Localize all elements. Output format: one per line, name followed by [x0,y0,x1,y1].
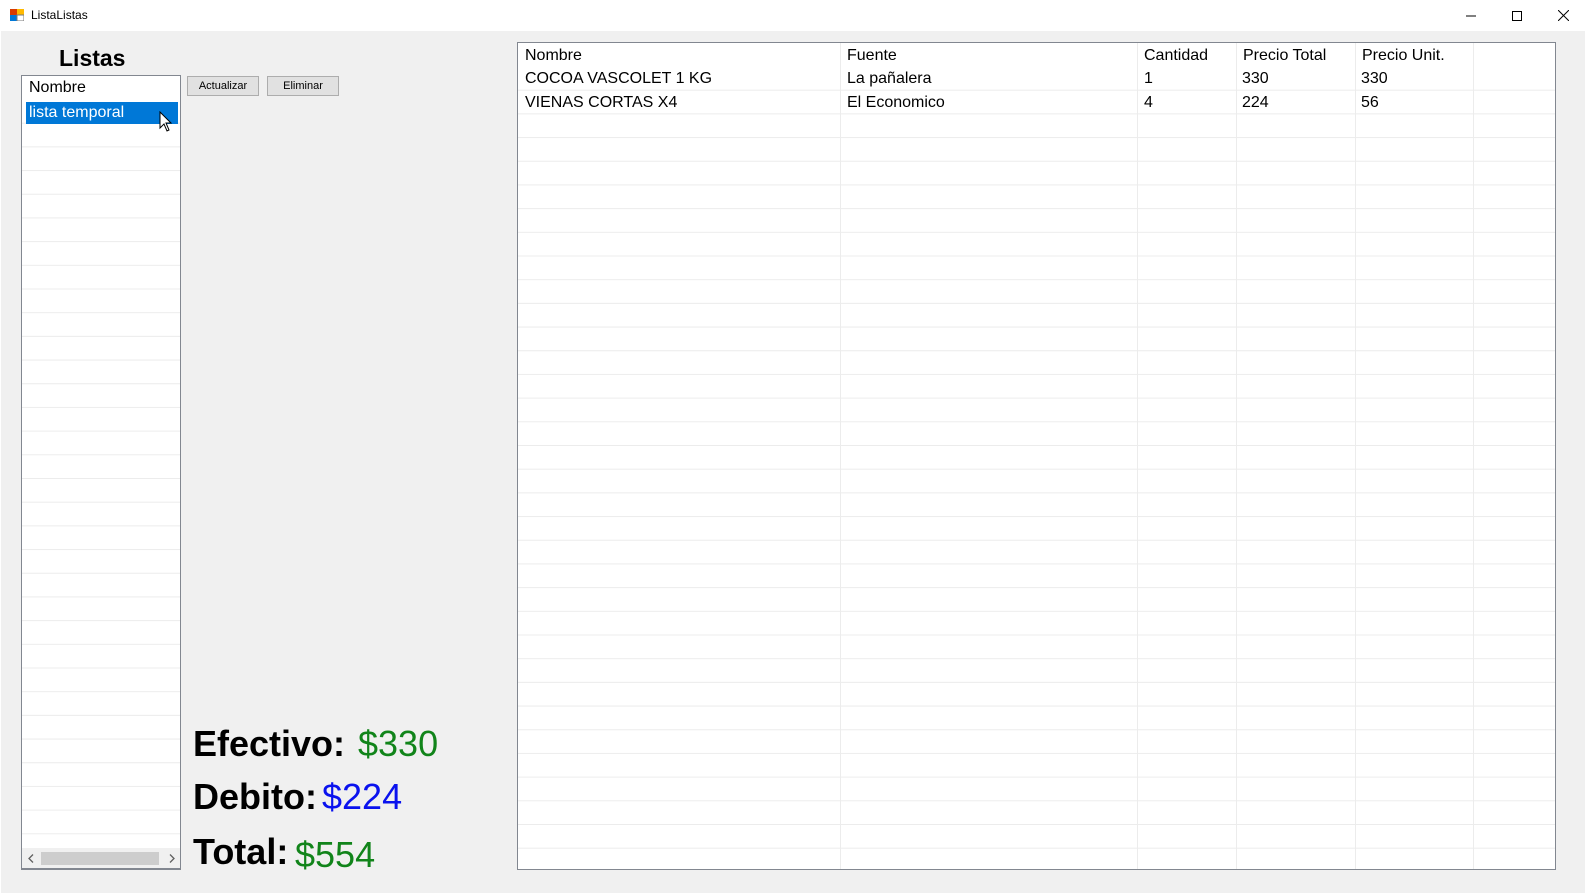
column-header-cantidad[interactable]: Cantidad [1137,43,1236,67]
cell-precio-unit: 56 [1361,94,1379,111]
column-divider [1355,43,1356,869]
cell-nombre: VIENAS CORTAS X4 [525,94,678,111]
table-row[interactable]: COCOA VASCOLET 1 KG La pañalera 1 330 33… [518,67,1555,90]
total-label: Total: [193,831,289,872]
column-header-label: Nombre [525,47,582,64]
chevron-left-icon [27,853,33,863]
lists-empty-rows [22,100,180,869]
debito-label: Debito: [193,776,317,817]
table-row[interactable]: VIENAS CORTAS X4 El Economico 4 224 56 [518,91,1555,114]
cell-precio-unit: 330 [1361,70,1388,87]
cell-precio-total: 224 [1242,94,1269,111]
items-listview[interactable]: Nombre Fuente Cantidad Precio Total Prec… [517,42,1556,870]
eliminar-button[interactable]: Eliminar [267,76,339,96]
column-header-nombre[interactable]: Nombre [518,43,840,67]
mouse-cursor-icon [159,111,173,132]
minimize-icon [1466,15,1476,16]
scroll-thumb[interactable] [41,852,159,865]
efectivo-label: Efectivo: [193,723,346,764]
column-header-label: Precio Total [1243,47,1327,64]
column-divider [1473,43,1474,869]
cell-fuente: La pañalera [847,70,932,87]
title-bar: ListaListas [0,0,1586,31]
maximize-icon [1512,10,1522,21]
debito-value: $224 [322,776,403,817]
column-header-label: Cantidad [1144,47,1209,64]
cell-cantidad: 4 [1144,94,1153,111]
lists-heading: Listas [59,45,126,71]
cell-cantidad: 1 [1144,70,1153,87]
close-button[interactable] [1540,0,1586,31]
app-icon [10,9,24,21]
cell-nombre: COCOA VASCOLET 1 KG [525,70,713,87]
actualizar-button[interactable]: Actualizar [187,76,259,96]
total-value: $554 [295,834,376,875]
column-divider [840,43,841,869]
lists-horizontal-scrollbar[interactable] [21,848,181,869]
cell-fuente: El Economico [847,94,945,111]
column-header-label: Fuente [847,47,897,64]
efectivo-value: $330 [358,723,439,764]
list-item-selected[interactable]: lista temporal [26,102,178,124]
close-icon [1557,10,1569,21]
lists-column-header[interactable]: Nombre [22,76,180,100]
cell-precio-total: 330 [1242,70,1269,87]
items-empty-rows [518,67,1555,869]
client-area: Listas Nombre lista temporal Actualizar … [1,31,1585,893]
column-divider [1137,43,1138,869]
minimize-button[interactable] [1448,0,1494,31]
items-header: Nombre Fuente Cantidad Precio Total Prec… [518,43,1555,67]
column-header-precio-total[interactable]: Precio Total [1236,43,1355,67]
column-header-fuente[interactable]: Fuente [840,43,1137,67]
column-header-precio-unit[interactable]: Precio Unit. [1355,43,1473,67]
window-title: ListaListas [31,8,88,22]
lists-listview[interactable]: Nombre lista temporal [21,75,181,870]
scroll-right-button[interactable] [163,848,180,868]
chevron-right-icon [169,853,175,863]
maximize-button[interactable] [1494,0,1540,31]
lists-column-header-label: Nombre [29,79,86,96]
column-divider [1236,43,1237,869]
column-header-label: Precio Unit. [1362,47,1445,64]
scroll-left-button[interactable] [22,848,39,868]
list-item-label: lista temporal [29,104,125,121]
